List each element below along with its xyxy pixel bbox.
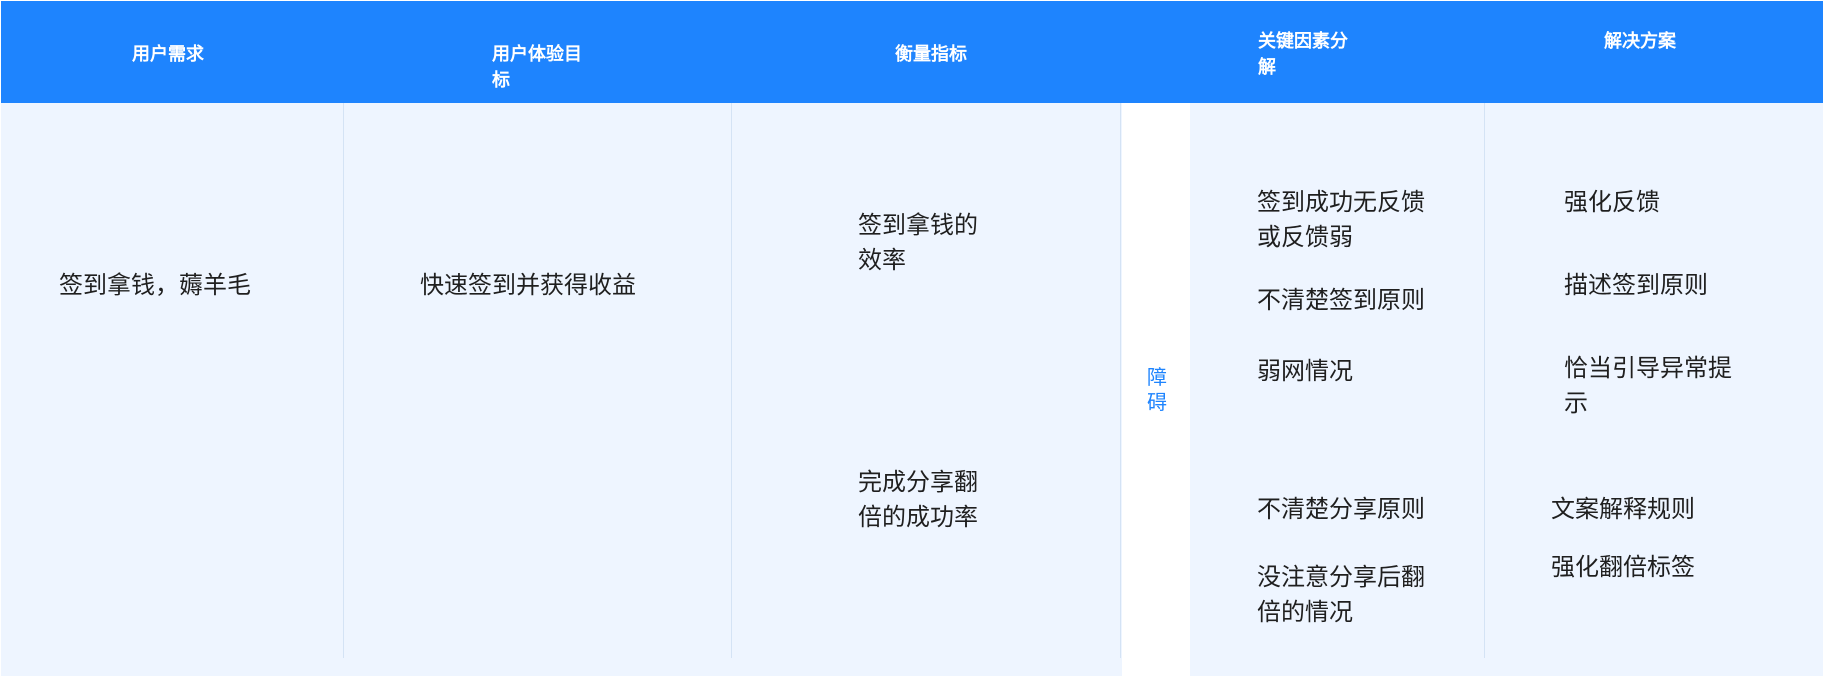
column-divider [1120,103,1121,658]
metric-share-success-rate: 完成分享翻 倍的成功率 [858,468,978,531]
column-divider [731,103,732,658]
obstacle-label: 障 碍 [1147,365,1167,414]
user-need-text: 签到拿钱，薅羊毛 [59,271,251,299]
body-panel-left [1,103,1122,676]
solution-item: 描述签到原则 [1564,271,1708,299]
factor-item: 签到成功无反馈 或反馈弱 [1257,188,1425,251]
header-ux-goal: 用户体验目 标 [492,44,582,91]
framework-table: 用户需求 用户体验目 标 衡量指标 关键因素分 解 解决方案 签到拿钱，薅羊毛 … [0,0,1824,677]
header-metrics: 衡量指标 [895,44,967,65]
solution-item: 恰当引导异常提 示 [1564,354,1732,417]
metric-signin-efficiency: 签到拿钱的 效率 [858,211,978,274]
factor-item: 弱网情况 [1257,357,1353,385]
header-key-factors: 关键因素分 解 [1258,31,1348,78]
solution-item: 文案解释规则 [1551,495,1695,523]
solution-item: 强化反馈 [1564,188,1660,216]
factor-item: 没注意分享后翻 倍的情况 [1257,563,1425,626]
header-solutions: 解决方案 [1604,31,1676,52]
ux-goal-text: 快速签到并获得收益 [420,271,636,299]
table-header: 用户需求 用户体验目 标 衡量指标 关键因素分 解 解决方案 [1,1,1823,103]
solution-item: 强化翻倍标签 [1551,553,1695,581]
factor-item: 不清楚分享原则 [1257,495,1425,523]
header-user-need: 用户需求 [132,44,204,65]
column-divider [343,103,344,658]
factor-item: 不清楚签到原则 [1257,286,1425,314]
column-divider [1484,103,1485,658]
